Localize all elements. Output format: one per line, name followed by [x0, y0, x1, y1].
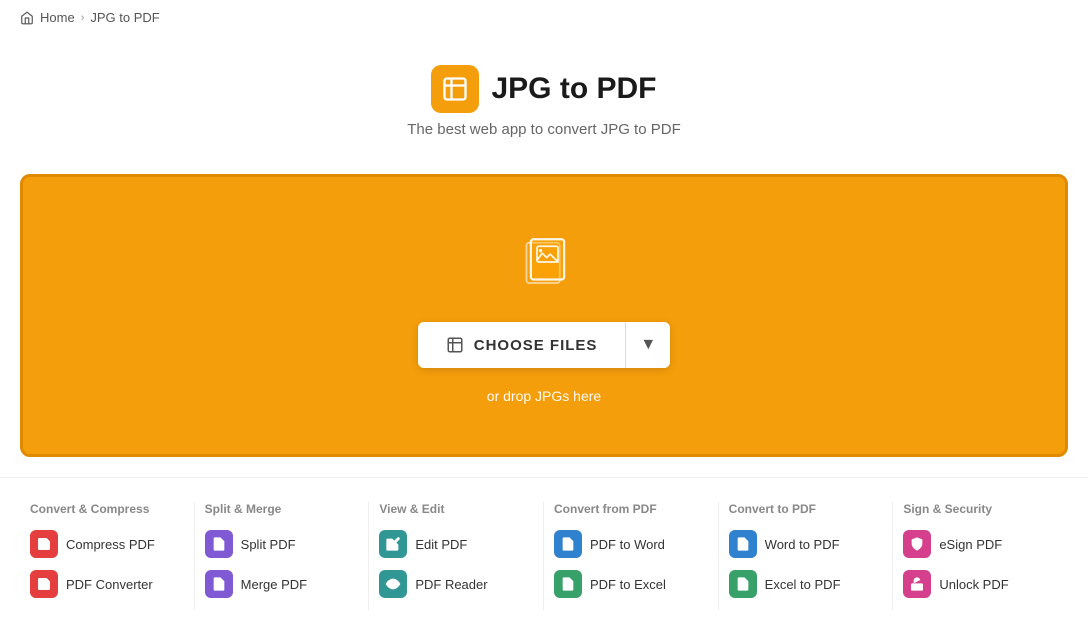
- tool-item-esign-pdf[interactable]: eSign PDF: [903, 530, 1058, 558]
- pdf-to-excel-icon: [554, 570, 582, 598]
- compress-pdf-label: Compress PDF: [66, 537, 155, 552]
- jpg-to-pdf-icon: [431, 65, 479, 113]
- drop-text: or drop JPGs here: [487, 388, 601, 404]
- page-subtitle: The best web app to convert JPG to PDF: [20, 121, 1068, 138]
- split-pdf-label: Split PDF: [241, 537, 296, 552]
- column-title-convert-from-pdf: Convert from PDF: [554, 502, 708, 516]
- unlock-pdf-icon: [903, 570, 931, 598]
- pdf-reader-icon: [379, 570, 407, 598]
- pdf-to-excel-label: PDF to Excel: [590, 577, 666, 592]
- edit-pdf-label: Edit PDF: [415, 537, 467, 552]
- tool-item-merge-pdf[interactable]: Merge PDF: [205, 570, 359, 598]
- tools-section: Convert & Compress Compress PDF PDF Conv…: [0, 477, 1088, 620]
- column-title-convert-compress: Convert & Compress: [30, 502, 184, 516]
- choose-files-button[interactable]: CHOOSE FILES: [418, 322, 626, 368]
- page-title: JPG to PDF: [491, 72, 656, 106]
- tool-column-sign-security: Sign & Security eSign PDF Unlock PDF: [893, 502, 1068, 610]
- compress-pdf-icon: [30, 530, 58, 558]
- pdf-to-word-label: PDF to Word: [590, 537, 665, 552]
- tool-item-unlock-pdf[interactable]: Unlock PDF: [903, 570, 1058, 598]
- choose-files-label: CHOOSE FILES: [474, 337, 598, 354]
- tool-column-convert-from-pdf: Convert from PDF PDF to Word PDF to Exce…: [544, 502, 719, 610]
- breadcrumb-separator: ›: [81, 12, 85, 24]
- edit-pdf-icon: [379, 530, 407, 558]
- tool-item-pdf-to-excel[interactable]: PDF to Excel: [554, 570, 708, 598]
- unlock-pdf-label: Unlock PDF: [939, 577, 1008, 592]
- split-pdf-icon: [205, 530, 233, 558]
- pdf-converter-label: PDF Converter: [66, 577, 153, 592]
- breadcrumb-home-link[interactable]: Home: [40, 10, 75, 25]
- merge-pdf-icon: [205, 570, 233, 598]
- hero-title-row: JPG to PDF: [20, 65, 1068, 113]
- tools-grid: Convert & Compress Compress PDF PDF Conv…: [20, 502, 1068, 610]
- tool-item-split-pdf[interactable]: Split PDF: [205, 530, 359, 558]
- tool-column-split-merge: Split & Merge Split PDF Merge PDF: [195, 502, 370, 610]
- choose-files-row: CHOOSE FILES ▼: [418, 322, 671, 368]
- tool-item-word-to-pdf[interactable]: Word to PDF: [729, 530, 883, 558]
- esign-pdf-label: eSign PDF: [939, 537, 1002, 552]
- home-icon: [20, 11, 34, 25]
- dropzone[interactable]: CHOOSE FILES ▼ or drop JPGs here: [20, 174, 1068, 457]
- chevron-down-icon: ▼: [640, 336, 656, 354]
- column-title-split-merge: Split & Merge: [205, 502, 359, 516]
- choose-files-dropdown-button[interactable]: ▼: [625, 322, 670, 368]
- tool-item-compress-pdf[interactable]: Compress PDF: [30, 530, 184, 558]
- pdf-to-word-icon: [554, 530, 582, 558]
- tool-column-convert-compress: Convert & Compress Compress PDF PDF Conv…: [20, 502, 195, 610]
- breadcrumb: Home › JPG to PDF: [0, 0, 1088, 35]
- excel-to-pdf-icon: [729, 570, 757, 598]
- choose-files-icon: [446, 336, 464, 354]
- tool-column-view-edit: View & Edit Edit PDF PDF Reader: [369, 502, 544, 610]
- pdf-converter-icon: [30, 570, 58, 598]
- pdf-reader-label: PDF Reader: [415, 577, 487, 592]
- word-to-pdf-icon: [729, 530, 757, 558]
- tool-item-excel-to-pdf[interactable]: Excel to PDF: [729, 570, 883, 598]
- esign-pdf-icon: [903, 530, 931, 558]
- merge-pdf-label: Merge PDF: [241, 577, 307, 592]
- column-title-view-edit: View & Edit: [379, 502, 533, 516]
- column-title-sign-security: Sign & Security: [903, 502, 1058, 516]
- tool-item-edit-pdf[interactable]: Edit PDF: [379, 530, 533, 558]
- word-to-pdf-label: Word to PDF: [765, 537, 840, 552]
- tool-item-pdf-converter[interactable]: PDF Converter: [30, 570, 184, 598]
- excel-to-pdf-label: Excel to PDF: [765, 577, 841, 592]
- tool-column-convert-to-pdf: Convert to PDF Word to PDF Excel to PDF: [719, 502, 894, 610]
- tool-item-pdf-to-word[interactable]: PDF to Word: [554, 530, 708, 558]
- tool-item-pdf-reader[interactable]: PDF Reader: [379, 570, 533, 598]
- breadcrumb-current: JPG to PDF: [90, 10, 159, 25]
- hero-section: JPG to PDF The best web app to convert J…: [0, 35, 1088, 174]
- column-title-convert-to-pdf: Convert to PDF: [729, 502, 883, 516]
- dropzone-image-icon: [509, 227, 579, 302]
